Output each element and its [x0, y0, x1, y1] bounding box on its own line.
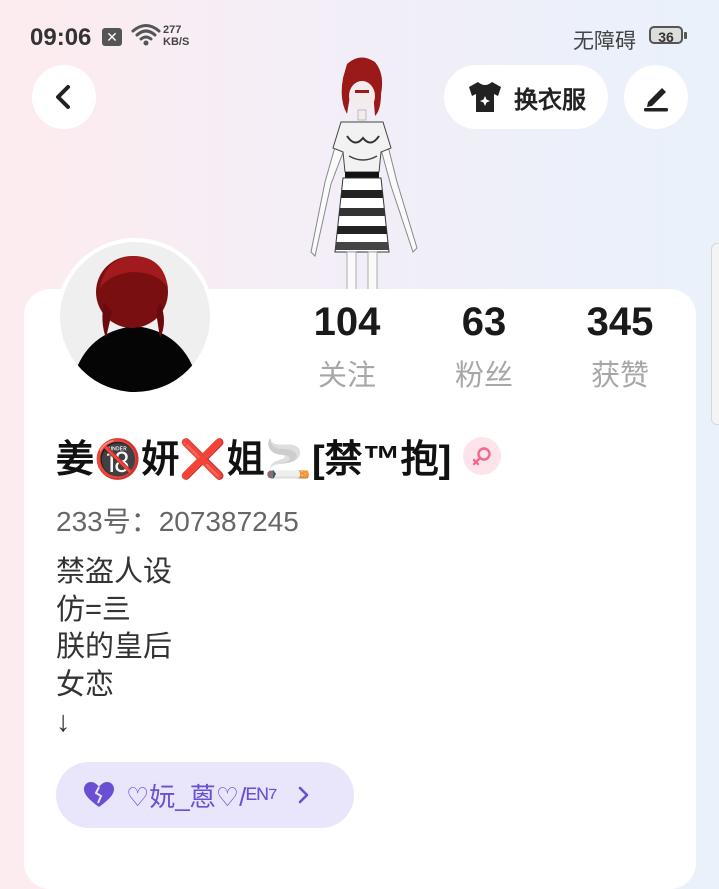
likes-count: 345	[586, 300, 654, 344]
avatar[interactable]	[56, 238, 214, 396]
bio-line: 女恋	[56, 668, 115, 701]
change-outfit-button[interactable]: 换衣服	[444, 65, 608, 129]
status-time: 09:06	[30, 24, 92, 51]
bio: 禁盗人设 仿=亖 朕的皇后 女恋 ↓	[56, 554, 172, 742]
change-outfit-label: 换衣服	[514, 86, 586, 114]
x-box-icon: ✕	[102, 28, 122, 46]
profile-name-row: 姜🔞妍❌姐🚬[禁™抱]	[56, 428, 502, 483]
avatar-image	[60, 242, 210, 392]
character-figure[interactable]	[285, 52, 435, 292]
followers-count: 63	[461, 300, 507, 344]
heart-icon	[84, 782, 114, 807]
stat-following[interactable]: 104 关注	[287, 298, 407, 394]
edit-profile-button[interactable]	[624, 65, 688, 129]
battery-indicator: 36	[649, 26, 687, 45]
female-icon	[463, 436, 502, 475]
net-speed: 277 KB/S	[163, 24, 190, 48]
tag-label: ♡妧_蒽♡/ᴱᴺ⁷	[126, 781, 278, 812]
bio-line: ↓	[56, 706, 71, 738]
relationship-tag[interactable]: ♡妧_蒽♡/ᴱᴺ⁷	[56, 762, 354, 828]
following-count: 104	[313, 300, 381, 344]
likes-label: 获赞	[590, 360, 649, 392]
chevron-left-icon	[56, 85, 70, 109]
side-drawer-handle[interactable]	[711, 243, 719, 425]
bio-line: 朕的皇后	[56, 631, 173, 663]
user-id: 233号：207387245	[56, 506, 299, 537]
following-label: 关注	[317, 360, 376, 392]
followers-label: 粉丝	[454, 360, 513, 392]
pen-icon	[644, 88, 668, 112]
wifi-icon	[131, 24, 161, 46]
chevron-right-icon	[298, 786, 308, 804]
back-button[interactable]	[32, 65, 96, 129]
profile-name: 姜🔞妍❌姐🚬[禁™抱]	[56, 439, 452, 481]
bio-line: 仿=亖	[56, 593, 131, 626]
bio-line: 禁盗人设	[56, 556, 173, 588]
shirt-icon	[469, 82, 501, 112]
stat-followers[interactable]: 63 粉丝	[424, 298, 544, 394]
accessibility-label: 无障碍	[573, 30, 636, 53]
stat-likes[interactable]: 345 获赞	[560, 298, 680, 394]
